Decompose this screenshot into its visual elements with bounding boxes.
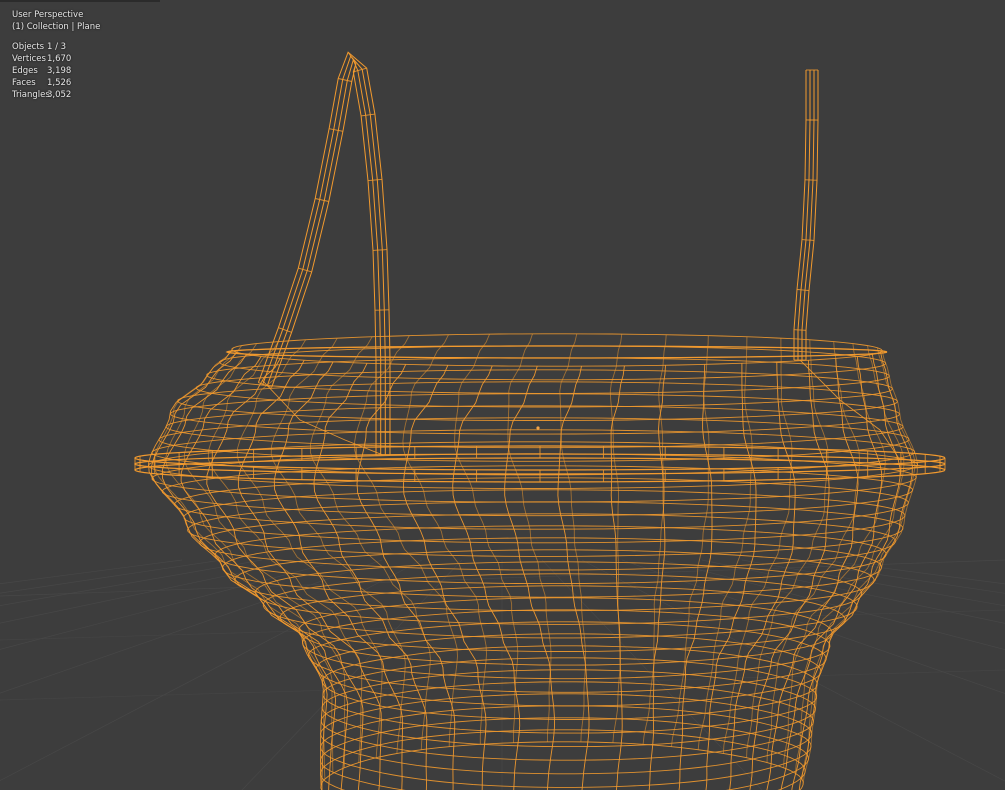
mesh-ring	[169, 393, 900, 435]
3d-viewport[interactable]: User Perspective (1) Collection | Plane …	[0, 0, 1005, 790]
grid-line	[741, 559, 1005, 607]
right-handle-edge	[805, 70, 819, 360]
left-handle-rung	[372, 249, 388, 251]
right-handle-edge	[797, 70, 811, 360]
mesh-meridian	[356, 364, 456, 790]
left-handle-rung	[361, 113, 375, 117]
right-handle-edge	[793, 70, 807, 360]
left-handle-rung	[367, 178, 383, 182]
left-handle-rung	[298, 267, 312, 273]
bag-wireframe-mesh[interactable]	[133, 51, 946, 790]
grid-line	[701, 559, 1005, 624]
wireframe-scene[interactable]	[0, 0, 1005, 790]
mesh-ring	[151, 429, 916, 476]
left-handle-rung	[278, 327, 292, 333]
right-handle-rung	[801, 239, 815, 241]
floor-grid	[0, 559, 1005, 790]
mesh-ring	[234, 549, 875, 612]
grid-line	[0, 559, 183, 585]
mesh-meridian	[783, 343, 886, 768]
mesh-ring	[221, 537, 883, 598]
right-handle-edge	[801, 70, 815, 360]
right-handle-rung	[793, 329, 807, 331]
mesh-meridian	[183, 343, 346, 768]
left-handle-rung	[353, 67, 367, 73]
mesh-meridian	[153, 347, 326, 780]
mesh-ring	[174, 477, 909, 530]
grid-line	[0, 559, 383, 694]
left-handle-rung	[329, 128, 343, 132]
left-handle-rung	[338, 78, 352, 82]
mesh-ring	[214, 525, 887, 585]
right-handle-rung	[796, 289, 810, 291]
grid-line	[0, 559, 1005, 597]
object-origin-dot	[536, 426, 540, 430]
left-handle-rung	[315, 198, 329, 202]
